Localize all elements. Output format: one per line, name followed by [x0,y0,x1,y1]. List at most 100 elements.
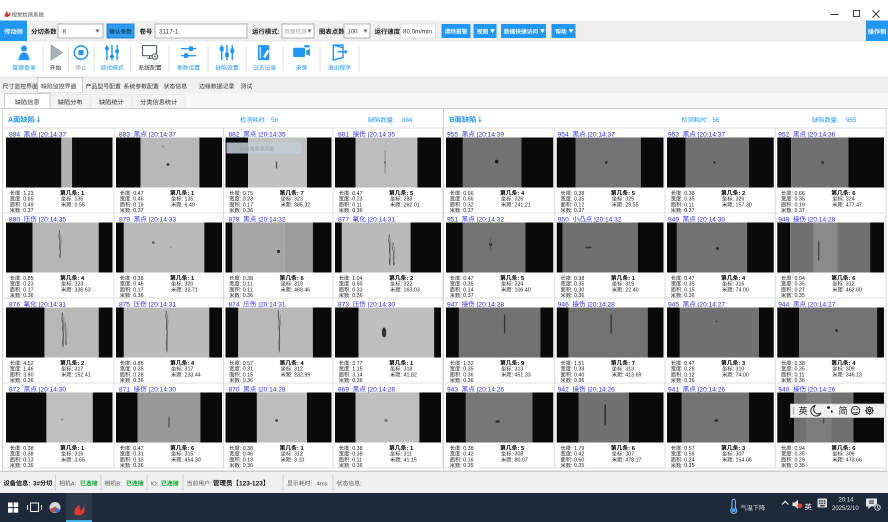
svg-text:945: 945 [668,301,679,308]
svg-text:473.66: 473.66 [846,457,862,463]
svg-text:|20:14:31: |20:14:31 [368,216,396,223]
svg-text:0.36: 0.36 [243,463,253,469]
svg-text:80.0m/min: 80.0m/min [403,29,432,36]
svg-text::: : [622,372,623,378]
svg-text::: : [130,208,131,214]
svg-text::: : [20,463,21,469]
svg-text:|20:14:28: |20:14:28 [808,216,836,223]
svg-text:|20:14:37: |20:14:37 [587,131,615,138]
svg-text:951: 951 [447,216,458,223]
svg-text:74.00: 74.00 [736,372,749,378]
svg-text:262.01: 262.01 [404,202,420,208]
svg-text:152.41: 152.41 [75,372,91,378]
svg-text::: : [460,208,461,214]
svg-text:B: B [450,115,455,124]
svg-text::: : [291,457,292,463]
svg-text::: : [512,287,513,293]
svg-text:875: 875 [119,301,130,308]
svg-text:56: 56 [713,117,720,124]
svg-text::: : [349,208,350,214]
svg-text:0.36: 0.36 [243,378,253,384]
svg-text:0.37: 0.37 [684,208,694,214]
svg-text:2025/2/10: 2025/2/10 [832,506,859,512]
svg-text:0.36: 0.36 [23,463,33,469]
svg-text:462.60: 462.60 [846,287,862,293]
svg-text::: : [182,457,183,463]
svg-text:882: 882 [229,131,240,138]
svg-text:0.36: 0.36 [23,378,33,384]
svg-text:949: 949 [668,216,679,223]
svg-text::: : [733,457,734,463]
svg-text::: : [622,202,623,208]
svg-text::: : [182,287,183,293]
svg-text:|20:14:36: |20:14:36 [808,131,836,138]
svg-text::: : [291,287,292,293]
svg-text:4ms: 4ms [317,481,328,487]
svg-text:A:: A: [71,481,77,487]
svg-text::: : [278,29,280,36]
svg-text:163.03: 163.03 [404,287,420,293]
svg-text:|20:14:31: |20:14:31 [258,301,286,308]
svg-text:943: 943 [447,386,458,393]
svg-text:0.36: 0.36 [352,293,362,299]
svg-text:|20:14:39: |20:14:39 [477,131,505,138]
svg-text::: : [72,202,73,208]
svg-text::: : [72,287,73,293]
svg-text::: : [401,202,402,208]
svg-text::: : [733,202,734,208]
svg-text:953: 953 [668,131,679,138]
svg-text::: : [393,117,395,124]
svg-text::: : [843,372,844,378]
svg-text:0.35: 0.35 [684,463,694,469]
svg-text::: : [401,372,402,378]
svg-text::: : [792,293,793,299]
svg-text:0.37: 0.37 [463,293,473,299]
svg-text::: : [512,202,513,208]
svg-text:|20:14:26: |20:14:26 [698,386,726,393]
svg-text::: : [681,463,682,469]
svg-text::: : [571,293,572,299]
svg-text:451.33: 451.33 [515,372,531,378]
svg-text:0.36: 0.36 [133,378,143,384]
svg-text:954: 954 [558,131,569,138]
svg-text:869: 869 [338,386,349,393]
svg-text:|20:14:26: |20:14:26 [587,386,615,393]
svg-text:123-123: 123-123 [239,480,263,487]
svg-text:|20:14:37: |20:14:37 [39,131,67,138]
svg-text:873: 873 [338,301,349,308]
svg-text:|20:14:26: |20:14:26 [477,386,505,393]
svg-text::: : [182,372,183,378]
svg-text:0.36: 0.36 [463,378,473,384]
svg-text:|20:14:32: |20:14:32 [477,216,505,223]
svg-text::: : [72,372,73,378]
svg-text::: : [460,378,461,384]
svg-text:|20:14:26: |20:14:26 [808,386,836,393]
svg-text:948: 948 [778,216,789,223]
svg-text:477.47: 477.47 [846,202,862,208]
svg-text:0.37: 0.37 [574,208,584,214]
svg-text:6.49: 6.49 [185,202,195,208]
svg-text:|20:14:28: |20:14:28 [477,301,505,308]
svg-text::: : [130,293,131,299]
svg-text:8: 8 [63,29,67,36]
svg-text::: : [401,287,402,293]
svg-text:385.32: 385.32 [294,202,310,208]
svg-text:877: 877 [338,216,349,223]
svg-text:|20:14:30: |20:14:30 [39,386,67,393]
svg-text::: : [622,457,623,463]
svg-text:241.21: 241.21 [515,202,531,208]
svg-text:0.36: 0.36 [794,378,804,384]
svg-text:879: 879 [119,216,130,223]
svg-text:|20:14:35: |20:14:35 [368,131,396,138]
svg-text:944: 944 [778,301,789,308]
svg-text:|20:14:32: |20:14:32 [258,216,286,223]
svg-text:0.35: 0.35 [574,463,584,469]
svg-text:950: 950 [558,216,569,223]
svg-text::: : [349,463,350,469]
svg-text::: : [733,287,734,293]
svg-text:|20:14:31: |20:14:31 [39,301,67,308]
svg-text:880: 880 [9,216,20,223]
svg-text:478.17: 478.17 [625,457,641,463]
svg-text::: : [182,202,183,208]
svg-text:29.55: 29.55 [625,202,638,208]
